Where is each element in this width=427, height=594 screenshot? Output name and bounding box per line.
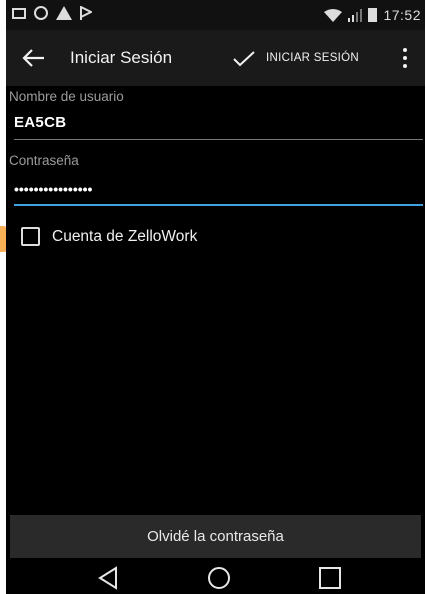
screen-icon bbox=[12, 7, 26, 19]
back-button[interactable] bbox=[20, 44, 48, 72]
back-triangle-icon[interactable] bbox=[94, 565, 122, 591]
arrow-left-icon bbox=[22, 49, 44, 67]
dot bbox=[403, 56, 407, 60]
more-vert-icon[interactable] bbox=[395, 44, 415, 72]
password-field[interactable]: •••••••••••••••• bbox=[14, 180, 423, 206]
page-title: Iniciar Sesión bbox=[70, 48, 173, 67]
zellowork-checkbox-row[interactable]: Cuenta de ZelloWork bbox=[21, 227, 197, 246]
status-left-icons bbox=[12, 6, 92, 20]
recents-square-icon[interactable] bbox=[316, 565, 344, 591]
warning-icon bbox=[56, 6, 72, 20]
signal-icon bbox=[348, 8, 363, 22]
username-field[interactable]: EA5CB bbox=[14, 114, 423, 140]
dot bbox=[403, 64, 407, 68]
home-circle-icon[interactable] bbox=[205, 565, 233, 591]
password-label: Contraseña bbox=[9, 153, 79, 168]
status-time: 17:52 bbox=[383, 7, 421, 23]
phone-screen: 17:52 Iniciar Sesión INICIAR SESIÓN Nomb… bbox=[6, 0, 425, 594]
flag-icon bbox=[80, 6, 92, 20]
circle-icon bbox=[34, 6, 48, 20]
username-label: Nombre de usuario bbox=[9, 89, 124, 104]
dot bbox=[403, 48, 407, 52]
wifi-icon bbox=[324, 8, 343, 22]
action-bar: Iniciar Sesión INICIAR SESIÓN bbox=[6, 30, 425, 86]
status-right-icons: 17:52 bbox=[324, 7, 421, 23]
zellowork-checkbox-label: Cuenta de ZelloWork bbox=[52, 227, 198, 245]
forgot-password-button[interactable]: Olvidé la contraseña bbox=[10, 515, 421, 558]
status-bar: 17:52 bbox=[6, 0, 425, 30]
login-button-label: INICIAR SESIÓN bbox=[266, 52, 360, 64]
battery-icon bbox=[368, 8, 378, 22]
zellowork-checkbox[interactable] bbox=[21, 227, 40, 246]
navigation-bar bbox=[6, 561, 425, 594]
check-icon bbox=[233, 51, 255, 67]
login-button[interactable]: INICIAR SESIÓN bbox=[232, 44, 359, 72]
